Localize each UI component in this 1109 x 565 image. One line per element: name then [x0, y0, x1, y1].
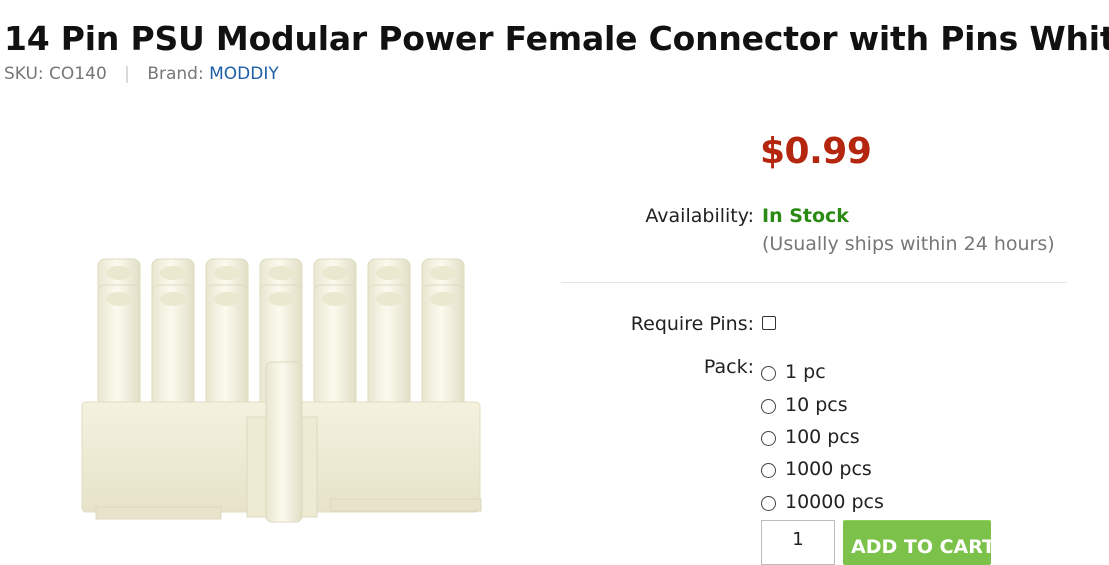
connector-pin-hole [214, 266, 240, 280]
connector-pin-hole [106, 266, 132, 280]
connector-pin-hole [430, 292, 456, 306]
connector-pin-hole [268, 266, 294, 280]
pack-label: Pack: [703, 356, 754, 378]
brand-link[interactable]: MODDIY [209, 64, 279, 84]
pack-option[interactable]: 1 pc [761, 356, 884, 388]
connector-pin-hole [376, 292, 402, 306]
radio-button[interactable] [761, 430, 776, 446]
product-meta: SKU: CO140 | Brand: MODDIY [4, 64, 279, 84]
connector-pin-hole [160, 266, 186, 280]
product-title: 14 Pin PSU Modular Power Female Connecto… [4, 19, 1109, 58]
pack-option[interactable]: 10 pcs [761, 388, 884, 420]
radio-button[interactable] [761, 366, 776, 382]
product-image[interactable] [26, 117, 526, 555]
brand-label: Brand: [147, 64, 204, 84]
require-pins-checkbox[interactable] [762, 316, 776, 330]
connector-pin-hole [322, 292, 348, 306]
product-price: $0.99 [760, 131, 872, 172]
connector-pin-hole [322, 266, 348, 280]
meta-divider: | [124, 64, 130, 84]
connector-pin-hole [106, 292, 132, 306]
add-to-cart-button[interactable]: ADD TO CART [843, 520, 995, 565]
connector-pin-hole [214, 292, 240, 306]
connector-illustration [81, 258, 482, 523]
connector-pin-hole [376, 266, 402, 280]
pack-option[interactable]: 100 pcs [761, 421, 884, 453]
availability-status: In Stock [762, 205, 849, 227]
pack-option-label: 100 pcs [785, 425, 860, 448]
pack-option-label: 1 pc [785, 361, 826, 384]
pack-option-label: 10 pcs [785, 393, 848, 416]
pack-option-label: 10000 pcs [785, 490, 884, 513]
require-pins-label: Require Pins: [630, 313, 754, 335]
pack-option-label: 1000 pcs [785, 458, 872, 481]
connector-pin-hole [160, 292, 186, 306]
pack-options: 1 pc 10 pcs 100 pcs 1000 pcs 10000 pcs [761, 356, 884, 518]
pack-option[interactable]: 1000 pcs [761, 453, 884, 485]
connector-pin-hole [268, 292, 294, 306]
connector-pin-hole [430, 266, 456, 280]
radio-button[interactable] [761, 463, 776, 479]
shipping-note: (Usually ships within 24 hours) [762, 233, 1055, 255]
radio-button[interactable] [761, 398, 776, 414]
availability-label: Availability: [645, 205, 754, 227]
section-divider [561, 282, 1067, 283]
quantity-input[interactable]: 1 [761, 520, 835, 565]
radio-button[interactable] [761, 495, 776, 511]
sku-text: SKU: CO140 [4, 64, 107, 84]
pack-option[interactable]: 10000 pcs [761, 486, 884, 518]
